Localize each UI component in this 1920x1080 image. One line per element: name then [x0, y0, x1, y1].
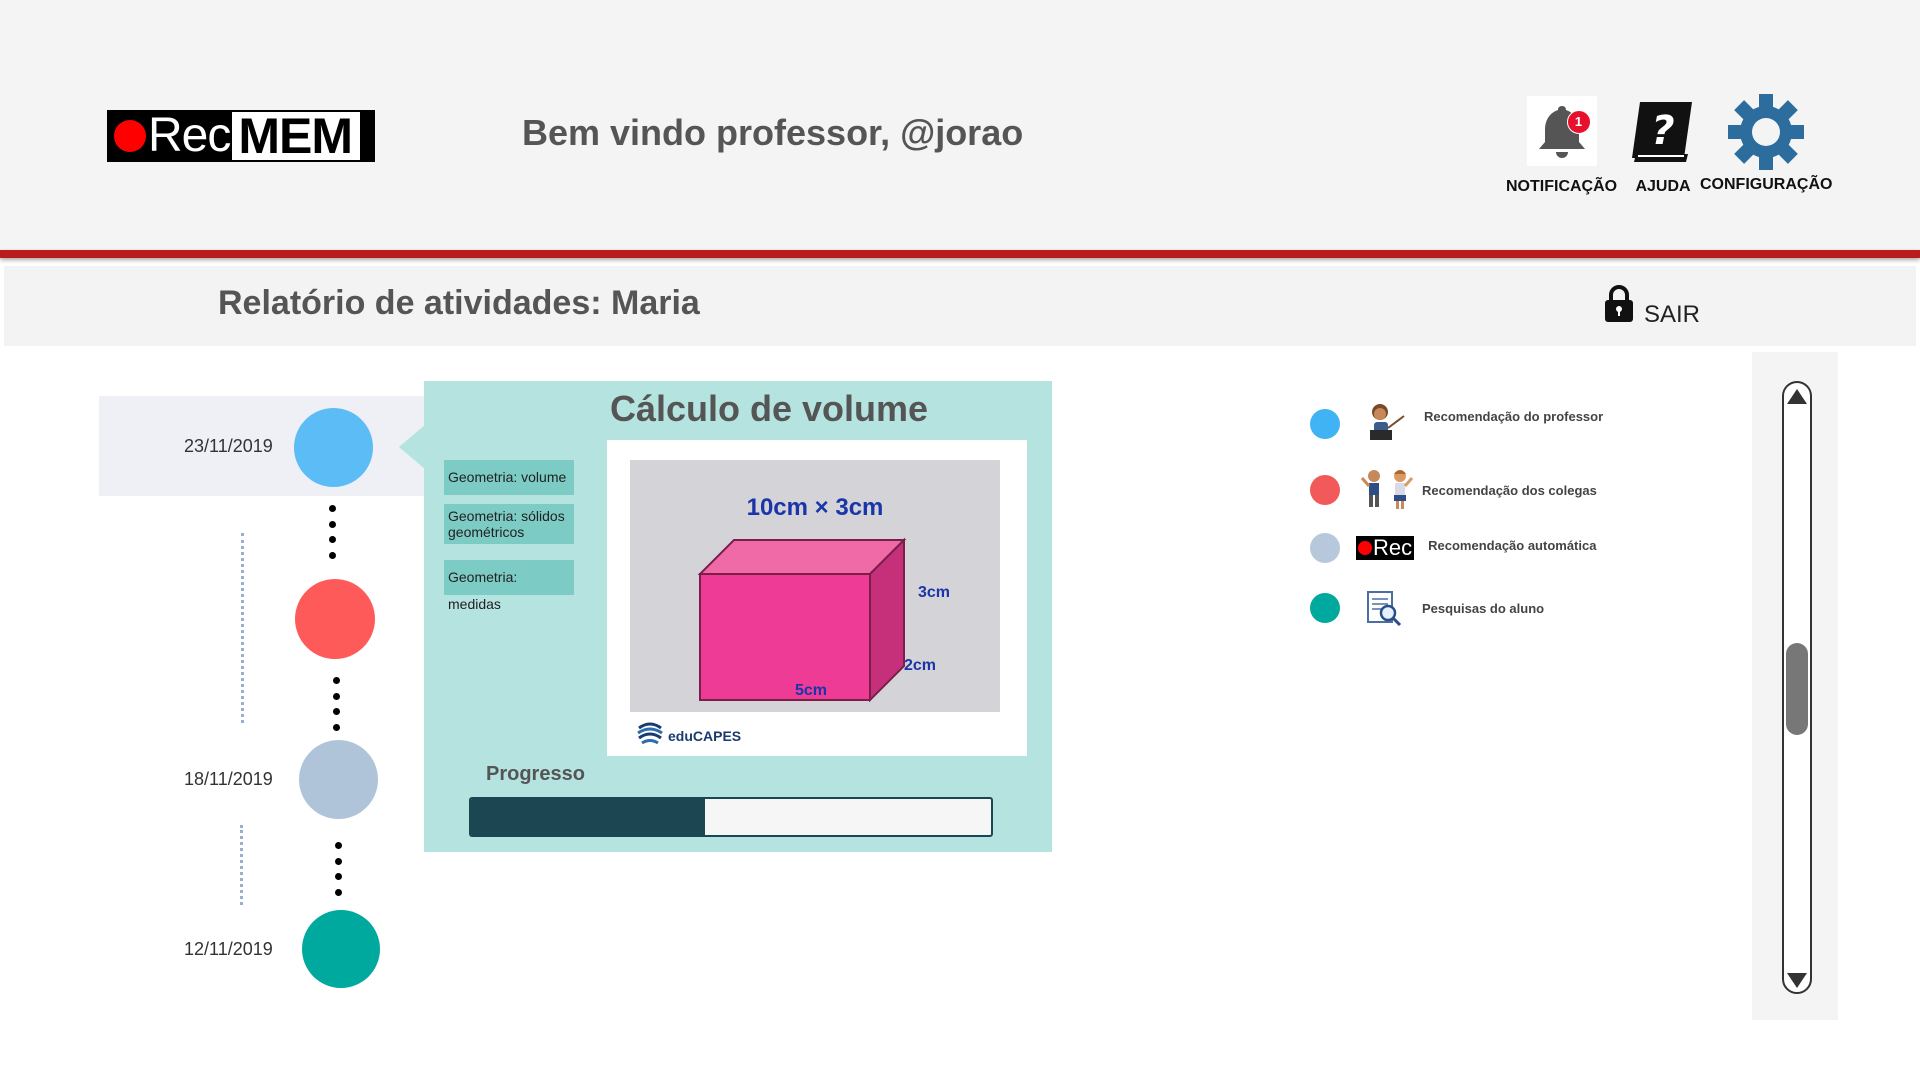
logout-button[interactable]: SAIR — [1604, 285, 1700, 328]
timeline-dotted-line — [240, 825, 243, 905]
progress-bar — [469, 797, 993, 837]
educapes-text: eduCAPES — [668, 727, 742, 744]
notification-badge: 1 — [1566, 110, 1591, 134]
legend-dot — [1310, 533, 1340, 563]
lock-icon — [1604, 285, 1634, 328]
legend-label: Recomendação do professor — [1424, 408, 1604, 424]
timeline-date: 18/11/2019 — [184, 769, 273, 789]
tag-geometria-solidos[interactable]: Geometria: sólidos geométricos — [444, 504, 574, 544]
svg-text:?: ? — [1651, 108, 1674, 154]
logo-mem-text: MEM — [232, 111, 361, 161]
legend-dot — [1310, 593, 1340, 623]
legend-item-teacher: Recomendação do professor — [1310, 400, 1603, 448]
card-pointer — [399, 425, 425, 469]
legend-dot — [1310, 475, 1340, 505]
legend-item-automatic: Rec Recomendação automática — [1310, 533, 1596, 563]
legend-item-search: Pesquisas do aluno — [1310, 588, 1544, 628]
scroll-down-arrow-icon[interactable] — [1787, 973, 1807, 988]
bell-icon: 1 — [1526, 96, 1597, 166]
config-label: CONFIGURAÇÃO — [1700, 176, 1833, 193]
educapes-icon — [636, 720, 664, 751]
progress-label: Progresso — [486, 763, 585, 785]
header-divider — [0, 250, 1920, 258]
depth-label: 2cm — [904, 657, 937, 674]
timeline-node-automatic[interactable] — [299, 740, 378, 819]
logout-label: SAIR — [1644, 301, 1701, 328]
timeline-date: 23/11/2019 — [184, 436, 273, 456]
timeline-connector — [329, 505, 337, 559]
educapes-logo: eduCAPES — [636, 720, 741, 751]
page-title: Relatório de atividades: Maria — [218, 284, 700, 322]
document-search-icon — [1364, 588, 1404, 628]
timeline-node-peers[interactable] — [295, 579, 375, 659]
tag-geometria-volume[interactable]: Geometria: volume — [444, 460, 574, 495]
legend-label: Recomendação dos colegas — [1422, 482, 1597, 498]
legend-item-peers: Recomendação dos colegas — [1310, 466, 1597, 514]
gear-icon — [1728, 94, 1805, 170]
help-button[interactable]: ? AJUDA — [1626, 96, 1700, 196]
height-label: 3cm — [918, 584, 951, 601]
timeline-node-search[interactable] — [302, 910, 380, 988]
students-icon — [1360, 466, 1416, 514]
timeline-node-teacher[interactable] — [294, 408, 373, 487]
width-label: 5cm — [795, 682, 828, 699]
image-caption: 10cm × 3cm — [746, 494, 884, 521]
timeline-connector — [333, 677, 341, 731]
scrollbar-thumb[interactable] — [1786, 643, 1808, 735]
progress-fill — [471, 799, 705, 835]
notification-button[interactable]: 1 NOTIFICAÇÃO — [1506, 96, 1617, 196]
recmem-logo[interactable]: Rec MEM — [107, 110, 375, 162]
tag-geometria-medidas[interactable]: Geometria: medidas — [444, 560, 574, 612]
timeline-connector — [335, 842, 343, 896]
logo-dot — [114, 120, 146, 152]
timeline-dotted-line — [241, 533, 244, 723]
teacher-icon — [1360, 400, 1408, 448]
legend-dot — [1310, 409, 1340, 439]
volume-illustration: 10cm × 3cm 3cm 2cm 5cm — [630, 460, 1000, 712]
welcome-message: Bem vindo professor, @jorao — [522, 112, 1024, 153]
activity-title: Cálculo de volume — [609, 388, 929, 429]
notification-label: NOTIFICAÇÃO — [1506, 178, 1618, 195]
scroll-up-arrow-icon[interactable] — [1787, 389, 1807, 404]
help-label: AJUDA — [1635, 178, 1691, 195]
timeline-date: 12/11/2019 — [184, 939, 273, 959]
rec-logo-icon: Rec — [1356, 536, 1415, 560]
legend-label: Recomendação automática — [1428, 537, 1597, 553]
help-book-icon: ? — [1626, 96, 1700, 166]
config-button[interactable]: CONFIGURAÇÃO — [1700, 94, 1833, 194]
logo-rec-text: Rec — [148, 109, 231, 162]
legend-label: Pesquisas do aluno — [1422, 600, 1545, 616]
